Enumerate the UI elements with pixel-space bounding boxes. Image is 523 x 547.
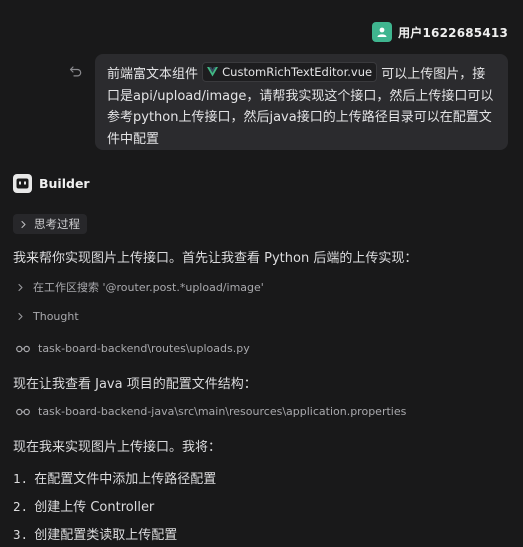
user-icon <box>377 27 387 37</box>
user-message: 前端富文本组件 CustomRichTextEditor.vue 可以上传图片，… <box>95 54 508 150</box>
thinking-toggle[interactable]: 思考过程 <box>13 214 87 234</box>
user-header: 用户1622685413 <box>372 22 508 42</box>
search-step[interactable]: 在工作区搜索 '@router.post.*upload/image' <box>16 279 264 295</box>
step-item: 2. 创建上传 Controller <box>13 496 154 515</box>
read-file-path: task-board-backend\routes\uploads.py <box>38 342 250 355</box>
read-config-step[interactable]: task-board-backend-java\src\main\resourc… <box>16 405 406 418</box>
vue-file-icon <box>207 67 219 77</box>
chevron-right-icon <box>21 220 26 228</box>
user-name: 用户1622685413 <box>398 25 508 40</box>
step-number: 1. <box>13 471 29 486</box>
builder-icon <box>13 174 32 193</box>
implement-text: 现在我来实现图片上传接口。我将： <box>13 440 222 455</box>
thought-step[interactable]: Thought <box>16 310 79 323</box>
step-number: 3. <box>13 527 29 542</box>
glasses-icon <box>16 345 30 352</box>
step-text: 创建上传 Controller <box>34 500 155 515</box>
step-item: 1. 在配置文件中添加上传路径配置 <box>13 468 216 487</box>
step-number: 2. <box>13 499 29 514</box>
step-text: 创建配置类读取上传配置 <box>34 528 178 543</box>
chevron-right-icon <box>18 283 23 291</box>
java-config-text: 现在让我查看 Java 项目的配置文件结构： <box>13 377 257 392</box>
intro-text: 我来帮你实现图片上传接口。首先让我查看 Python 后端的上传实现： <box>13 251 418 266</box>
assistant-header: Builder <box>13 174 90 193</box>
chevron-right-icon <box>18 312 23 321</box>
thinking-label: 思考过程 <box>34 217 80 231</box>
thought-step-label: Thought <box>33 310 79 323</box>
step-item: 3. 创建配置类读取上传配置 <box>13 524 177 543</box>
undo-icon[interactable] <box>69 64 83 78</box>
file-reference-chip[interactable]: CustomRichTextEditor.vue <box>202 62 378 82</box>
user-avatar <box>372 22 393 42</box>
assistant-name: Builder <box>39 176 90 191</box>
search-step-label: 在工作区搜索 '@router.post.*upload/image' <box>33 281 264 294</box>
read-config-path: task-board-backend-java\src\main\resourc… <box>38 405 407 418</box>
read-file-step[interactable]: task-board-backend\routes\uploads.py <box>16 342 250 355</box>
glasses-icon <box>16 408 30 415</box>
message-text-before: 前端富文本组件 <box>107 67 199 82</box>
chat-panel: 用户1622685413 前端富文本组件 CustomRichTextEdito… <box>0 0 523 547</box>
step-text: 在配置文件中添加上传路径配置 <box>34 472 217 487</box>
file-reference-label: CustomRichTextEditor.vue <box>222 65 373 79</box>
